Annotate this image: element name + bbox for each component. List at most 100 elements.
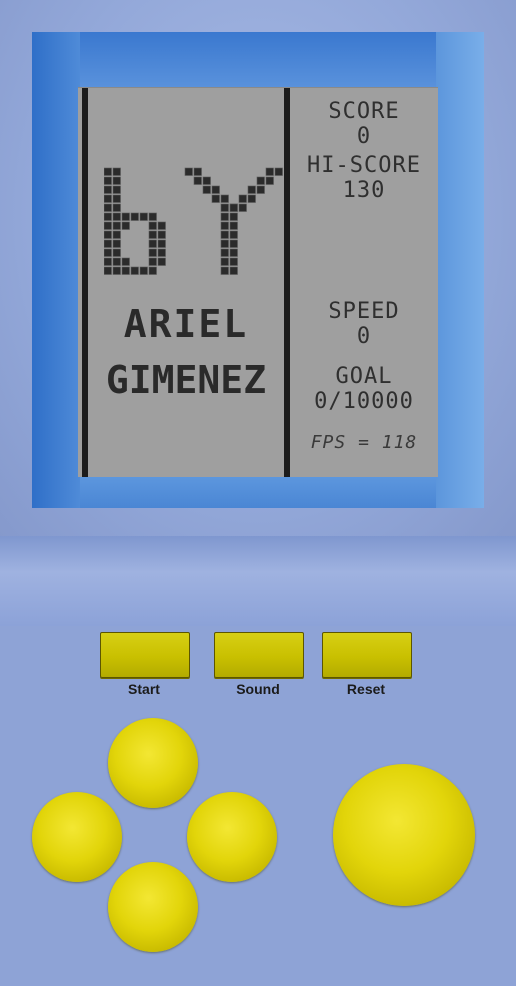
logo-cell	[157, 257, 166, 266]
logo-cell	[104, 230, 112, 239]
lcd-screen: bY ARIEL GIMENEZ SCORE 0 HI-SCORE 130 SP…	[78, 87, 438, 477]
logo-cell	[157, 221, 166, 230]
logo-cell	[104, 167, 112, 176]
logo-cell	[148, 230, 157, 239]
logo-cell	[247, 194, 256, 203]
logo-cell	[229, 239, 238, 248]
logo-cell	[229, 212, 238, 221]
logo-cell	[104, 248, 112, 257]
logo-cell	[112, 194, 121, 203]
sound-label: Sound	[236, 681, 280, 697]
logo-cell	[112, 239, 121, 248]
author-last-name: GIMENEZ	[105, 358, 267, 402]
bezel-bottom	[32, 476, 484, 508]
logo-cell	[274, 167, 283, 176]
logo-cell	[112, 257, 121, 266]
device-mid-band	[0, 536, 516, 626]
logo-cell	[211, 185, 220, 194]
start-button[interactable]	[100, 632, 190, 678]
rotate-button[interactable]	[333, 764, 475, 906]
logo-cell	[104, 266, 112, 275]
logo-cell	[220, 194, 229, 203]
reset-label: Reset	[346, 681, 386, 697]
logo-cell	[130, 266, 139, 275]
logo-cell	[148, 221, 157, 230]
logo-cell	[112, 248, 121, 257]
logo-cell	[193, 167, 202, 176]
reset-button[interactable]	[322, 632, 412, 678]
play-field-left-border	[82, 88, 88, 477]
start-label: Start	[128, 681, 160, 697]
logo-cell	[121, 266, 130, 275]
left-button[interactable]	[32, 792, 122, 882]
logo-cell	[157, 230, 166, 239]
logo-cell	[112, 203, 121, 212]
sound-button[interactable]	[214, 632, 304, 678]
logo-cell	[104, 185, 112, 194]
right-button[interactable]	[187, 792, 277, 882]
logo-cell	[238, 203, 247, 212]
logo-cell	[112, 176, 121, 185]
logo-cell	[104, 203, 112, 212]
logo-cell	[193, 176, 202, 185]
goal-value: 0/10000	[314, 389, 414, 414]
bezel-right	[436, 32, 484, 508]
goal-label: GOAL	[335, 364, 393, 389]
logo-cell	[229, 266, 238, 275]
hiscore-value: 130	[342, 178, 386, 203]
score-label: SCORE	[328, 99, 400, 124]
logo-cell	[104, 194, 112, 203]
logo-cell	[256, 176, 265, 185]
logo-cell	[130, 212, 139, 221]
logo-cell	[104, 239, 112, 248]
logo-cell	[148, 239, 157, 248]
logo-cell	[148, 257, 157, 266]
splash-logo: bY	[104, 167, 283, 275]
logo-cell	[229, 230, 238, 239]
logo-cell	[157, 239, 166, 248]
logo-cell	[104, 221, 112, 230]
logo-cell	[112, 167, 121, 176]
logo-cell	[121, 257, 130, 266]
up-button[interactable]	[108, 718, 198, 808]
logo-cell	[112, 230, 121, 239]
logo-cell	[220, 239, 229, 248]
logo-cell	[112, 266, 121, 275]
logo-cell	[247, 185, 256, 194]
bezel-left	[32, 32, 80, 508]
logo-cell	[139, 212, 148, 221]
logo-cell	[202, 176, 211, 185]
logo-cell	[112, 185, 121, 194]
logo-cell	[112, 212, 121, 221]
logo-cell	[220, 248, 229, 257]
logo-cell	[229, 203, 238, 212]
bezel-top	[32, 32, 484, 88]
speed-value: 0	[356, 324, 372, 349]
logo-cell	[265, 176, 274, 185]
logo-cell	[265, 167, 274, 176]
logo-cell	[229, 257, 238, 266]
score-value: 0	[356, 124, 372, 149]
hiscore-label: HI-SCORE	[307, 153, 421, 178]
logo-cells	[104, 167, 283, 275]
logo-cell	[211, 194, 220, 203]
logo-cell	[121, 212, 130, 221]
logo-cell	[202, 185, 211, 194]
logo-cell	[148, 266, 157, 275]
logo-cell	[256, 185, 265, 194]
fps-counter: FPS = 118	[310, 432, 418, 453]
logo-cell	[139, 266, 148, 275]
logo-cell	[112, 221, 121, 230]
down-button[interactable]	[108, 862, 198, 952]
speed-label: SPEED	[328, 299, 400, 324]
logo-cell	[104, 176, 112, 185]
logo-cell	[184, 167, 193, 176]
logo-cell	[104, 212, 112, 221]
logo-cell	[148, 248, 157, 257]
logo-cell	[220, 266, 229, 275]
logo-cell	[121, 221, 130, 230]
logo-cell	[229, 221, 238, 230]
logo-cell	[238, 194, 247, 203]
logo-cell	[157, 248, 166, 257]
logo-cell	[220, 230, 229, 239]
